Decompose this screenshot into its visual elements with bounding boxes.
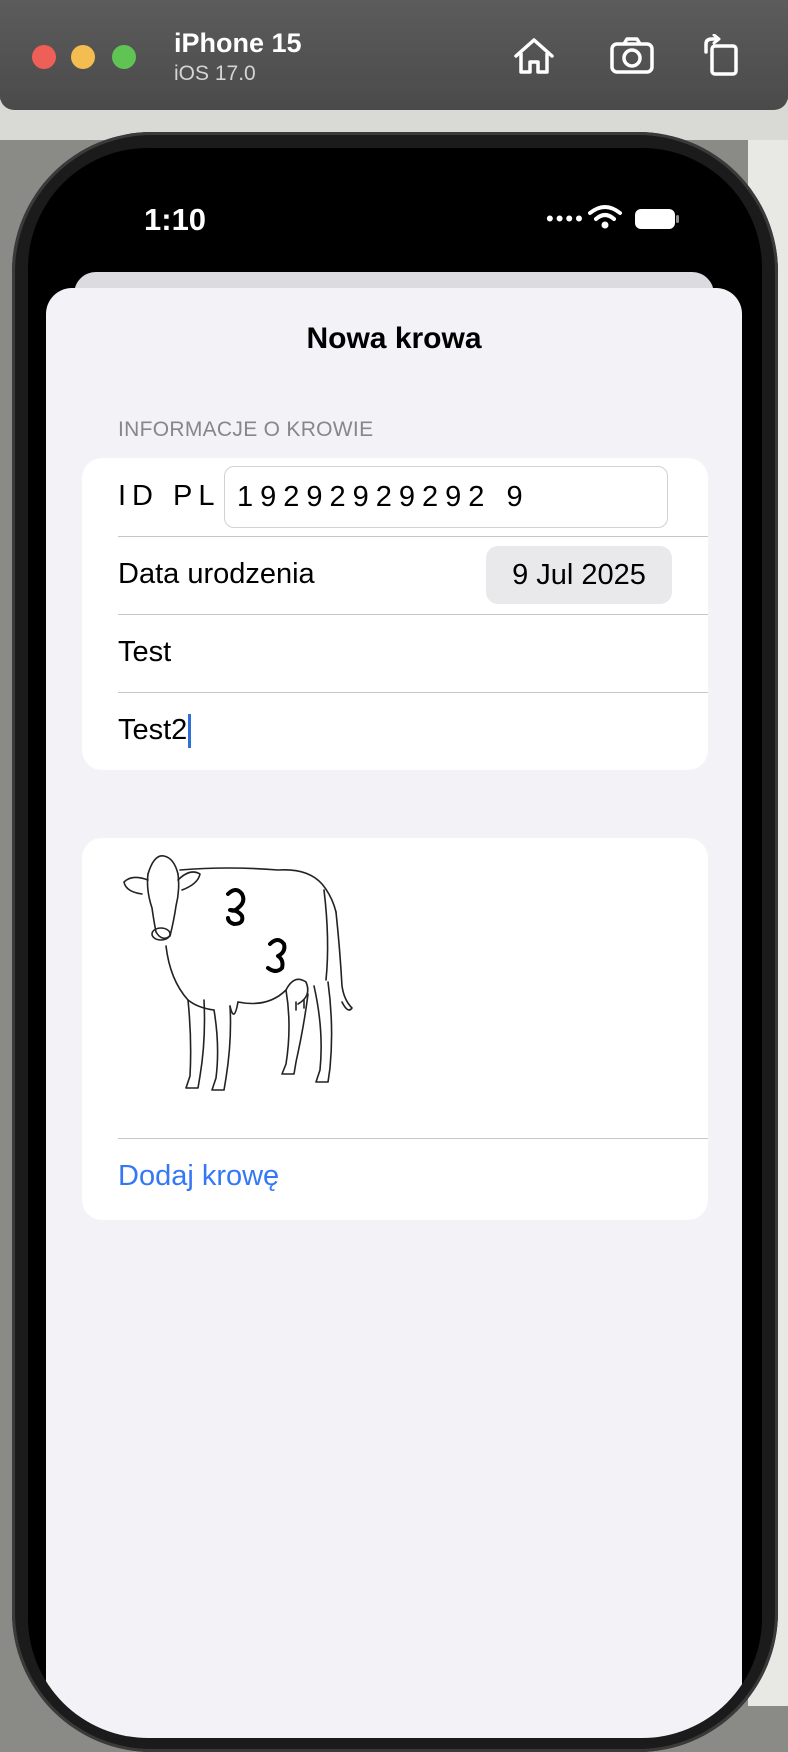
new-cow-sheet: Nowa krowa INFORMACJE O KROWIE ID PL 192…	[46, 288, 742, 1738]
battery-icon	[635, 209, 679, 229]
birth-date-row: Data urodzenia 9 Jul 2025	[118, 536, 708, 614]
camera-icon[interactable]	[608, 34, 656, 78]
birth-date-label: Data urodzenia	[118, 558, 315, 590]
cow-info-form: ID PL 19292929292 9 Data urodzenia 9 Jul…	[82, 458, 708, 770]
birth-date-picker[interactable]: 9 Jul 2025	[486, 546, 672, 604]
device-name: iPhone 15	[174, 28, 302, 58]
id-input[interactable]: 19292929292 9	[224, 466, 668, 528]
close-window-button[interactable]	[32, 45, 56, 69]
name-row[interactable]: Test	[118, 614, 708, 692]
home-icon[interactable]	[510, 34, 558, 78]
id-input-value: 19292929292 9	[237, 481, 530, 513]
add-cow-button[interactable]: Dodaj krowę	[118, 1160, 279, 1193]
section-header: INFORMACJE O KROWIE	[118, 418, 374, 441]
id-row: ID PL 19292929292 9	[118, 458, 708, 536]
signal-icon: ••••	[546, 206, 585, 231]
status-time: 1:10	[144, 202, 207, 237]
simulator-title-bar: iPhone 15 iOS 17.0	[0, 0, 788, 110]
minimize-window-button[interactable]	[71, 45, 95, 69]
notes-row[interactable]: Test2	[118, 692, 708, 770]
wifi-icon	[588, 205, 622, 229]
text-cursor	[188, 714, 192, 749]
name-field[interactable]: Test	[118, 636, 171, 669]
notes-field[interactable]: Test2	[118, 714, 192, 749]
sheet-title: Nowa krowa	[306, 322, 482, 355]
os-version: iOS 17.0	[174, 62, 256, 85]
phone-screen: 1:10 •••• Nowa krowa INFORMACJE O KROWIE…	[28, 148, 762, 1738]
id-label: ID PL	[118, 480, 221, 512]
row-divider	[118, 1138, 708, 1139]
zoom-window-button[interactable]	[112, 45, 136, 69]
cow-image-card: Dodaj krowę	[82, 838, 708, 1220]
notes-field-value: Test2	[118, 714, 188, 746]
cow-drawing-icon[interactable]	[118, 850, 378, 1110]
rotate-icon[interactable]	[698, 33, 746, 78]
